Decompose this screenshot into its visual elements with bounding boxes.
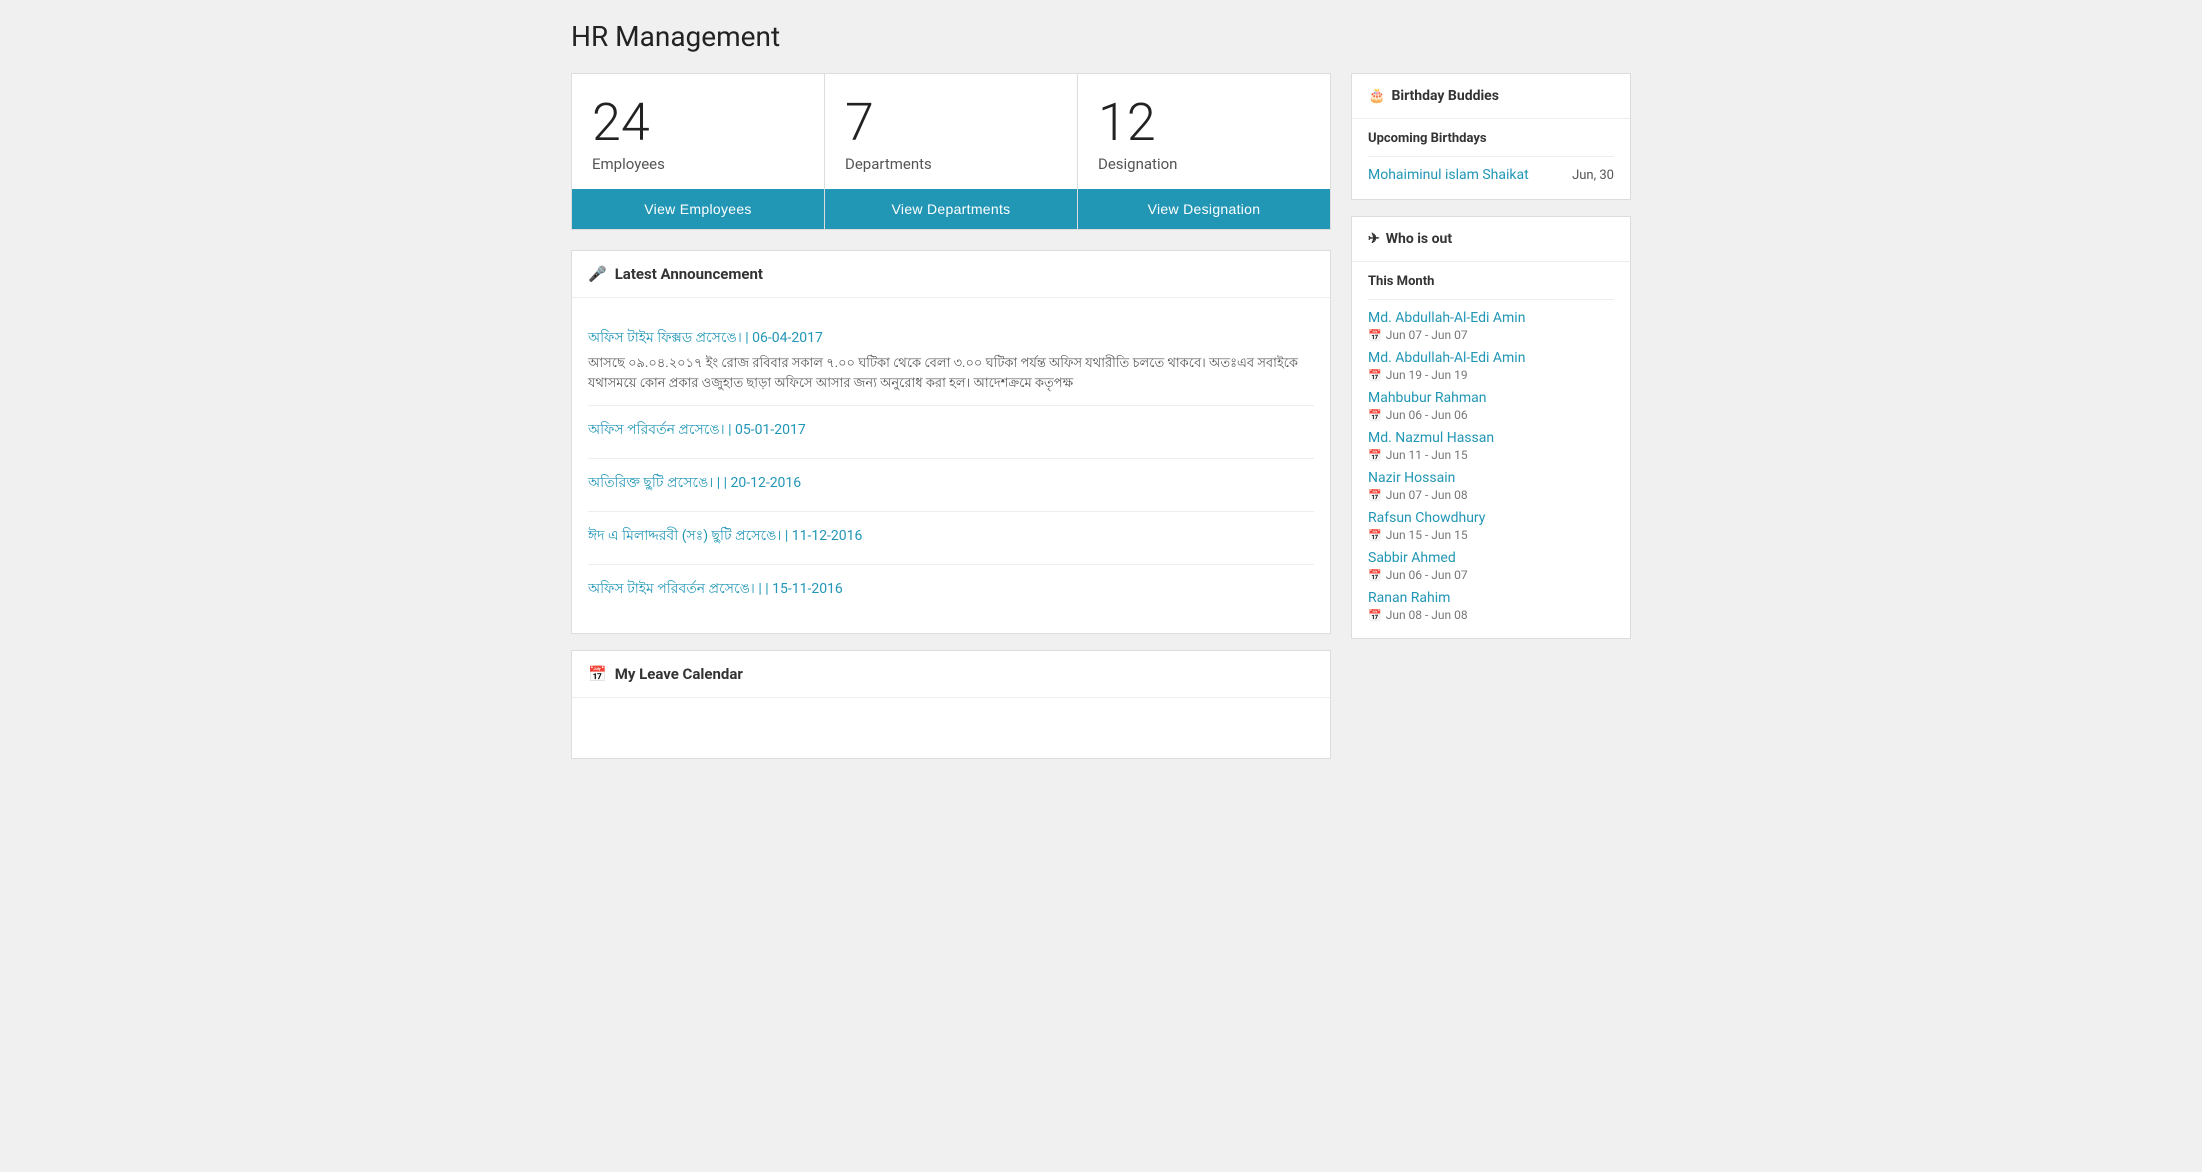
calendar-icon-small: 📅 — [1368, 449, 1382, 462]
out-dates-4: 📅 Jun 11 - Jun 15 — [1368, 448, 1614, 462]
who-is-out-header: ✈ Who is out — [1352, 217, 1630, 262]
designation-number: 12 — [1098, 94, 1310, 151]
out-dates-1: 📅 Jun 07 - Jun 07 — [1368, 328, 1614, 342]
latest-announcement-panel: 🎤 Latest Announcement অফিস টাইম ফিক্সড প… — [571, 250, 1331, 634]
out-person-8[interactable]: Ranan Rahim — [1368, 590, 1614, 606]
list-item: Mahbubur Rahman 📅 Jun 06 - Jun 06 — [1368, 386, 1614, 426]
calendar-icon-small: 📅 — [1368, 489, 1382, 502]
who-is-out-label: Who is out — [1386, 231, 1452, 247]
employees-number: 24 — [592, 94, 804, 151]
employees-label: Employees — [592, 155, 804, 173]
leave-calendar-label: My Leave Calendar — [615, 665, 743, 683]
out-dates-2: 📅 Jun 19 - Jun 19 — [1368, 368, 1614, 382]
list-item: Nazir Hossain 📅 Jun 07 - Jun 08 — [1368, 466, 1614, 506]
announcement-link-5[interactable]: অফিস টাইম পরিবর্তন প্রসেঙে। | | 15-11-20… — [588, 577, 1314, 601]
list-item: Sabbir Ahmed 📅 Jun 06 - Jun 07 — [1368, 546, 1614, 586]
out-person-4[interactable]: Md. Nazmul Hassan — [1368, 430, 1614, 446]
announcement-detail-1: আসছে ০৯.০৪.২০১৭ ইং রোজ রবিবার সকাল ৭.০০ … — [588, 354, 1314, 393]
out-dates-7: 📅 Jun 06 - Jun 07 — [1368, 568, 1614, 582]
announcement-panel-header: 🎤 Latest Announcement — [572, 251, 1330, 298]
out-person-2[interactable]: Md. Abdullah-Al-Edi Amin — [1368, 350, 1614, 366]
out-dates-6: 📅 Jun 15 - Jun 15 — [1368, 528, 1614, 542]
leave-calendar-panel: 📅 My Leave Calendar — [571, 650, 1331, 759]
list-item: অতিরিক্ত ছুটি প্রসেঙে। | | 20-12-2016 — [588, 459, 1314, 512]
who-is-out-body: This Month Md. Abdullah-Al-Edi Amin 📅 Ju… — [1352, 262, 1630, 638]
birthday-icon: 🎂 — [1368, 88, 1385, 104]
birthday-buddies-body: Upcoming Birthdays Mohaiminul islam Shai… — [1352, 119, 1630, 199]
birthday-buddies-header: 🎂 Birthday Buddies — [1352, 74, 1630, 119]
calendar-icon-small: 📅 — [1368, 369, 1382, 382]
list-item: অফিস টাইম ফিক্সড প্রসেঙে। | 06-04-2017 আ… — [588, 314, 1314, 406]
list-item: Md. Abdullah-Al-Edi Amin 📅 Jun 07 - Jun … — [1368, 306, 1614, 346]
view-employees-button[interactable]: View Employees — [572, 189, 824, 229]
out-person-1[interactable]: Md. Abdullah-Al-Edi Amin — [1368, 310, 1614, 326]
page-title: HR Management — [571, 20, 1631, 53]
this-month-subtitle: This Month — [1368, 274, 1614, 289]
list-item: Md. Nazmul Hassan 📅 Jun 11 - Jun 15 — [1368, 426, 1614, 466]
calendar-icon-small: 📅 — [1368, 569, 1382, 582]
calendar-icon-small: 📅 — [1368, 529, 1382, 542]
out-person-6[interactable]: Rafsun Chowdhury — [1368, 510, 1614, 526]
stat-card-designation: 12 Designation View Designation — [1078, 73, 1331, 230]
departments-number: 7 — [845, 94, 1057, 151]
list-item: Rafsun Chowdhury 📅 Jun 15 - Jun 15 — [1368, 506, 1614, 546]
stat-cards: 24 Employees View Employees 7 Department… — [571, 73, 1331, 230]
list-item: Md. Abdullah-Al-Edi Amin 📅 Jun 19 - Jun … — [1368, 346, 1614, 386]
upcoming-birthdays-subtitle: Upcoming Birthdays — [1368, 131, 1614, 146]
announcement-link-1[interactable]: অফিস টাইম ফিক্সড প্রসেঙে। | 06-04-2017 — [588, 326, 1314, 350]
right-column: 🎂 Birthday Buddies Upcoming Birthdays Mo… — [1351, 73, 1631, 639]
announcement-link-3[interactable]: অতিরিক্ত ছুটি প্রসেঙে। | | 20-12-2016 — [588, 471, 1314, 495]
out-dates-8: 📅 Jun 08 - Jun 08 — [1368, 608, 1614, 622]
calendar-icon-small: 📅 — [1368, 409, 1382, 422]
stat-card-departments: 7 Departments View Departments — [825, 73, 1078, 230]
calendar-icon-small: 📅 — [1368, 609, 1382, 622]
list-item: অফিস পরিবর্তন প্রসেঙে। | 05-01-2017 — [588, 406, 1314, 459]
leave-calendar-header: 📅 My Leave Calendar — [572, 651, 1330, 698]
list-item: অফিস টাইম পরিবর্তন প্রসেঙে। | | 15-11-20… — [588, 565, 1314, 617]
birthday-date-1: Jun, 30 — [1572, 168, 1614, 183]
announcement-link-4[interactable]: ঈদ এ মিলাদ্দরবী (সঃ) ছুটি প্রসেঙে। | 11-… — [588, 524, 1314, 548]
leave-calendar-body — [572, 698, 1330, 758]
list-item: Ranan Rahim 📅 Jun 08 - Jun 08 — [1368, 586, 1614, 626]
who-is-out-panel: ✈ Who is out This Month Md. Abdullah-Al-… — [1351, 216, 1631, 639]
list-item: Mohaiminul islam Shaikat Jun, 30 — [1368, 163, 1614, 187]
view-departments-button[interactable]: View Departments — [825, 189, 1077, 229]
birthday-buddies-label: Birthday Buddies — [1391, 88, 1498, 104]
birthday-person-name-1[interactable]: Mohaiminul islam Shaikat — [1368, 167, 1529, 183]
out-person-3[interactable]: Mahbubur Rahman — [1368, 390, 1614, 406]
stat-card-employees: 24 Employees View Employees — [571, 73, 825, 230]
announcement-panel-body: অফিস টাইম ফিক্সড প্রসেঙে। | 06-04-2017 আ… — [572, 298, 1330, 633]
left-column: 24 Employees View Employees 7 Department… — [571, 73, 1331, 775]
airplane-icon: ✈ — [1368, 231, 1380, 247]
out-person-7[interactable]: Sabbir Ahmed — [1368, 550, 1614, 566]
out-dates-5: 📅 Jun 07 - Jun 08 — [1368, 488, 1614, 502]
calendar-icon-small: 📅 — [1368, 329, 1382, 342]
out-dates-3: 📅 Jun 06 - Jun 06 — [1368, 408, 1614, 422]
list-item: ঈদ এ মিলাদ্দরবী (সঃ) ছুটি প্রসেঙে। | 11-… — [588, 512, 1314, 565]
announcement-link-2[interactable]: অফিস পরিবর্তন প্রসেঙে। | 05-01-2017 — [588, 418, 1314, 442]
calendar-icon: 📅 — [588, 665, 607, 683]
departments-label: Departments — [845, 155, 1057, 173]
announcement-header-label: Latest Announcement — [615, 265, 763, 283]
microphone-icon: 🎤 — [588, 265, 607, 283]
designation-label: Designation — [1098, 155, 1310, 173]
view-designation-button[interactable]: View Designation — [1078, 189, 1330, 229]
birthday-buddies-panel: 🎂 Birthday Buddies Upcoming Birthdays Mo… — [1351, 73, 1631, 200]
out-person-5[interactable]: Nazir Hossain — [1368, 470, 1614, 486]
